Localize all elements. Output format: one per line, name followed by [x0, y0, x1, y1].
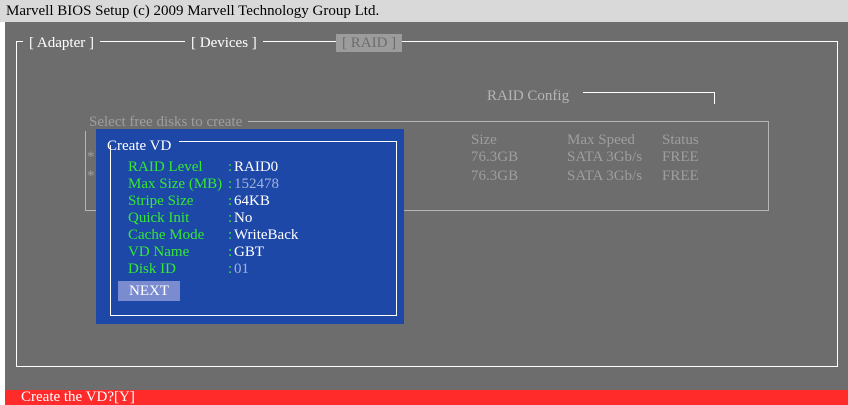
field-separator: :	[228, 159, 233, 175]
disk-status: FREE	[662, 168, 699, 184]
tab-devices[interactable]: [ Devices ]	[185, 34, 263, 52]
field-separator: :	[228, 227, 233, 243]
next-button[interactable]: NEXT	[118, 281, 180, 301]
field-label: Max Size (MB)	[128, 176, 223, 192]
tab-adapter[interactable]: [ Adapter ]	[23, 34, 100, 52]
field-label: Quick Init	[128, 210, 190, 226]
header-max-speed: Max Speed	[567, 132, 635, 148]
disk-marker: *	[87, 168, 95, 184]
header-size: Size	[471, 132, 497, 148]
disk-max-speed: SATA 3Gb/s	[567, 168, 643, 184]
field-label: Cache Mode	[128, 227, 205, 243]
field-label: Stripe Size	[128, 193, 194, 209]
field-value: 01	[234, 261, 249, 277]
field-value: GBT	[234, 244, 264, 260]
tab-raid[interactable]: [ RAID ]	[336, 34, 403, 52]
window-title: Marvell BIOS Setup (c) 2009 Marvell Tech…	[0, 0, 848, 22]
dialog-title: Create VD	[107, 138, 172, 154]
field-separator: :	[228, 210, 233, 226]
field-value: 152478	[234, 176, 279, 192]
field-separator: :	[228, 193, 233, 209]
field-label: RAID Level	[128, 159, 203, 175]
field-value: 64KB	[234, 193, 270, 209]
raid-config-label: RAID Config	[487, 88, 570, 104]
field-separator: :	[228, 176, 233, 192]
field-separator: :	[228, 261, 233, 277]
disk-marker: *	[87, 149, 95, 165]
field-separator: :	[228, 244, 233, 260]
disk-status: FREE	[662, 149, 699, 165]
create-vd-dialog: Create VD RAID Level : RAID0 Max Size (M…	[96, 129, 404, 324]
field-value: No	[234, 210, 253, 226]
field-value: WriteBack	[234, 227, 299, 243]
field-value: RAID0	[234, 159, 279, 175]
disk-max-speed: SATA 3Gb/s	[567, 149, 643, 165]
status-bar: Create the VD?[Y]	[5, 390, 848, 405]
raid-config-box	[583, 92, 715, 104]
disk-size: 76.3GB	[471, 149, 519, 165]
header-status: Status	[662, 132, 699, 148]
field-label: Disk ID	[128, 261, 176, 277]
field-label: VD Name	[128, 244, 190, 260]
disk-size: 76.3GB	[471, 168, 519, 184]
